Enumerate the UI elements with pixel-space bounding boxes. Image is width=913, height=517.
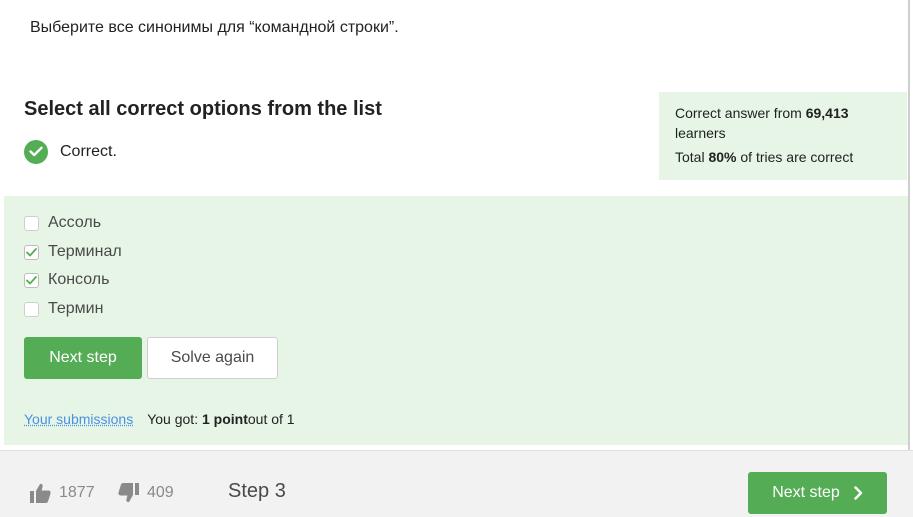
option-label: Термин [48,300,104,317]
dislike-control[interactable]: 409 [118,483,174,503]
option-label: Консоль [48,271,110,288]
your-submissions-link[interactable]: Your submissions [24,411,133,427]
stats-tries-prefix: Total [675,149,709,165]
checkmark-icon [26,275,37,284]
footer-next-step-label: Next step [772,484,840,501]
thumbs-down-icon [118,483,139,503]
footer-next-step-button[interactable]: Next step [748,472,887,514]
stats-learners: Correct answer from 69,413 learners [675,103,891,143]
result-status: Correct. [24,139,117,164]
stats-tries: Total 80% of tries are correct [675,147,891,167]
option-console[interactable]: Консоль [24,269,109,291]
chevron-right-icon [854,486,863,500]
quiz-heading: Select all correct options from the list [24,98,382,120]
stats-box: Correct answer from 69,413 learners Tota… [659,92,907,180]
solve-again-button[interactable]: Solve again [147,337,278,379]
stats-learners-prefix: Correct answer from [675,105,806,121]
stats-tries-percent: 80% [708,149,737,165]
stats-learners-suffix: learners [675,125,726,141]
step-label: Step 3 [228,480,286,502]
likes-count: 1877 [59,484,95,501]
option-assol[interactable]: Ассоль [24,212,101,234]
like-control[interactable]: 1877 [30,483,95,503]
scrollbar-edge [908,0,910,450]
submissions-row: Your submissions You got: 1 point out of… [24,411,295,427]
next-step-button[interactable]: Next step [24,337,142,379]
checkbox-unchecked[interactable] [24,301,39,317]
result-points: 1 point [201,411,248,427]
result-prefix: You got: [147,411,199,427]
check-icon [24,139,48,164]
checkbox-checked[interactable] [24,244,39,260]
option-label: Терминал [48,243,122,260]
checkmark-icon [26,247,37,256]
thumbs-up-icon [30,483,51,503]
stats-learners-count: 69,413 [805,105,849,121]
footer-bar: 1877 409 Step 3 Next step [0,450,913,517]
stats-tries-suffix: of tries are correct [736,149,854,165]
checkbox-checked[interactable] [24,272,39,288]
answer-panel: Ассоль Терминал Консоль Термин Next step… [4,196,908,445]
option-label: Ассоль [48,214,102,231]
result-suffix: out of 1 [247,411,295,427]
option-terminal[interactable]: Терминал [24,241,122,263]
checkbox-unchecked[interactable] [24,215,39,231]
status-text: Correct. [60,142,117,160]
question-text: Выберите все синонимы для “командной стр… [30,19,399,36]
option-term[interactable]: Термин [24,298,103,320]
dislikes-count: 409 [147,484,174,501]
